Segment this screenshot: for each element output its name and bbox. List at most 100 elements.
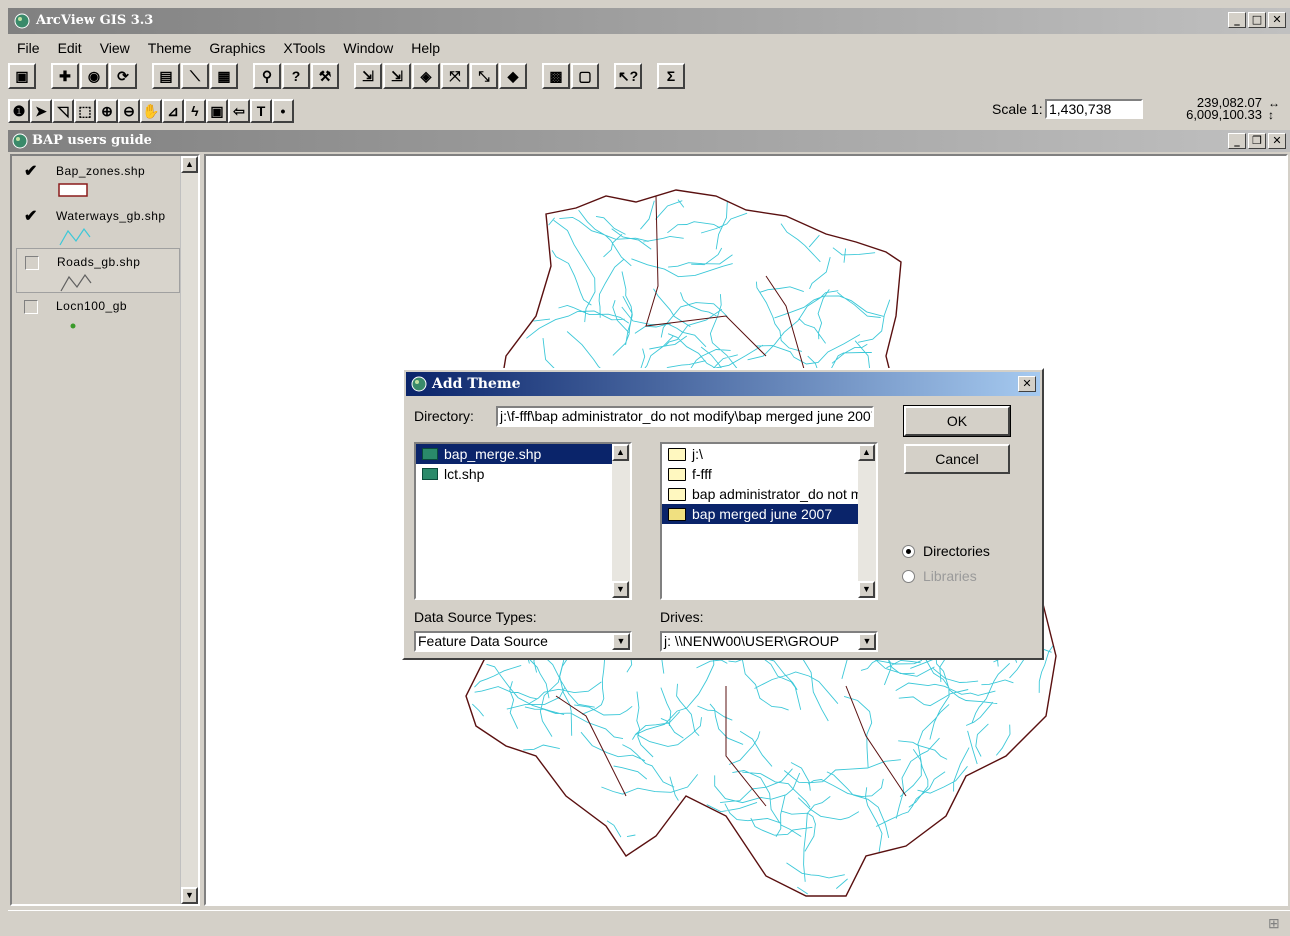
data-source-types-label: Data Source Types: [414,609,537,625]
open-attributes-icon[interactable]: ▤ [152,63,180,89]
theme-properties-icon[interactable]: ◉ [80,63,108,89]
zoom-selected-icon[interactable]: ◈ [412,63,440,89]
menu-help[interactable]: Help [402,38,449,60]
minimize-button[interactable]: _ [1228,12,1246,28]
dialog-title: Add Theme [432,376,521,392]
pan-hand-icon[interactable]: ✋ [140,99,162,123]
zoom-full-extent-icon[interactable]: ⇲ [354,63,382,89]
menu-xtools[interactable]: XTools [274,38,334,60]
status-bar: ⊞ [8,910,1290,934]
edit-legend-icon[interactable]: ⟳ [109,63,137,89]
dialog-titlebar: Add Theme ✕ [406,372,1040,396]
legend-item-waterways[interactable]: ✔ Waterways_gb.shp [16,203,180,248]
shapefile-icon [422,468,438,480]
menu-view[interactable]: View [91,38,139,60]
directory-field[interactable]: j:\f-fff\bap administrator_do not modify… [496,406,874,427]
scroll-down-icon[interactable]: ▼ [858,581,875,598]
view-globe-icon [12,133,28,149]
menu-file[interactable]: File [8,38,49,60]
menu-window[interactable]: Window [334,38,402,60]
folder-list-scrollbar[interactable]: ▲ ▼ [858,444,876,598]
app-titlebar: ArcView GIS 3.3 _ □ ✕ [8,8,1290,34]
zoom-out-fixed-icon[interactable]: ⤡ [470,63,498,89]
chevron-down-icon[interactable]: ▼ [858,633,876,650]
add-theme-icon[interactable]: ✚ [51,63,79,89]
legend-item-roads[interactable]: Roads_gb.shp [16,248,180,293]
visibility-checkbox[interactable]: ✔ [24,164,38,180]
chevron-down-icon[interactable]: ▼ [612,633,630,650]
select-feature-icon[interactable]: ⬚ [74,99,96,123]
zoom-in-icon[interactable]: ⊕ [96,99,118,123]
locate-address-icon[interactable]: ? [282,63,310,89]
file-listbox[interactable]: bap_merge.shp lct.shp ▲ ▼ [414,442,632,600]
legend-item-bap-zones[interactable]: ✔ Bap_zones.shp [16,158,180,203]
resize-grip-icon[interactable]: ⊞ [1268,915,1284,931]
save-project-icon[interactable]: ▣ [8,63,36,89]
list-item[interactable]: bap merged june 2007 [662,504,876,524]
dialog-close-button[interactable]: ✕ [1018,376,1036,392]
radio-dot[interactable] [902,544,915,558]
folder-listbox[interactable]: j:\ f-fff bap administrator_do not m bap… [660,442,878,600]
list-item[interactable]: bap administrator_do not m [662,484,876,504]
tool-bar: ❶ ➤ ◹ ⬚ ⊕ ⊖ ✋ ⊿ ϟ ▣ ⇦ T • [8,96,294,126]
statistics-sigma-icon[interactable]: Σ [657,63,685,89]
scale-label: Scale 1: [992,101,1043,117]
vertex-edit-icon[interactable]: ◹ [52,99,74,123]
pointer-icon[interactable]: ➤ [30,99,52,123]
select-by-theme-icon[interactable]: ▩ [542,63,570,89]
visibility-checkbox[interactable]: ✔ [24,209,38,225]
scroll-up-icon[interactable]: ▲ [858,444,875,461]
view-restore-button[interactable]: ❐ [1248,133,1266,149]
drives-select[interactable]: j: \\NENW00\USER\GROUP ▼ [660,631,878,652]
scroll-up-icon[interactable]: ▲ [612,444,629,461]
toc-scrollbar[interactable]: ▲ ▼ [180,156,198,904]
open-folder-icon [668,487,686,501]
line-symbol-icon [59,227,91,246]
legend-item-locn100[interactable]: Locn100_gb [16,293,180,338]
find-icon[interactable]: ⚲ [253,63,281,89]
scroll-down-icon[interactable]: ▼ [612,581,629,598]
visibility-checkbox[interactable] [25,256,39,270]
zoom-in-fixed-icon[interactable]: ⤧ [441,63,469,89]
text-icon[interactable]: T [250,99,272,123]
help-icon[interactable]: ↖? [614,63,642,89]
dialog-globe-icon [411,376,427,392]
file-list-scrollbar[interactable]: ▲ ▼ [612,444,630,598]
query-builder-icon[interactable]: ⚒ [311,63,339,89]
list-item[interactable]: bap_merge.shp [416,444,630,464]
menu-edit[interactable]: Edit [49,38,91,60]
list-item[interactable]: lct.shp [416,464,630,484]
maximize-button[interactable]: □ [1248,12,1266,28]
zoom-previous-icon[interactable]: ◆ [499,63,527,89]
zoom-active-themes-icon[interactable]: ⇲ [383,63,411,89]
scroll-up-icon[interactable]: ▲ [181,156,198,173]
menu-theme[interactable]: Theme [139,38,201,60]
view-minimize-button[interactable]: _ [1228,133,1246,149]
visibility-checkbox[interactable] [24,300,38,314]
cancel-button[interactable]: Cancel [904,444,1010,474]
measure-icon[interactable]: ⊿ [162,99,184,123]
zoom-out-icon[interactable]: ⊖ [118,99,140,123]
legend-name: Locn100_gb [56,299,128,313]
data-source-types-select[interactable]: Feature Data Source ▼ [414,631,632,652]
ok-button[interactable]: OK [903,405,1011,437]
menu-graphics[interactable]: Graphics [200,38,274,60]
radio-directories[interactable]: Directories [902,543,990,559]
coordinate-readout: 239,082.07 6,009,100.33 [1186,96,1262,121]
scroll-down-icon[interactable]: ▼ [181,887,198,904]
draw-point-icon[interactable]: • [272,99,294,123]
close-button[interactable]: ✕ [1268,12,1286,28]
list-item[interactable]: j:\ [662,444,876,464]
clear-selection-icon[interactable]: ▢ [571,63,599,89]
list-item[interactable]: f-fff [662,464,876,484]
view-titlebar: BAP users guide _ ❐ ✕ [8,130,1290,152]
polygon-symbol-icon [58,183,88,197]
view-close-button[interactable]: ✕ [1268,133,1286,149]
label-icon[interactable]: ⇦ [228,99,250,123]
scale-input[interactable]: 1,430,738 [1045,99,1143,119]
calculator-icon[interactable]: ▦ [210,63,238,89]
chart-icon[interactable]: ⟍ [181,63,209,89]
hotlink-icon[interactable]: ϟ [184,99,206,123]
identify-icon[interactable]: ❶ [8,99,30,123]
area-of-interest-icon[interactable]: ▣ [206,99,228,123]
